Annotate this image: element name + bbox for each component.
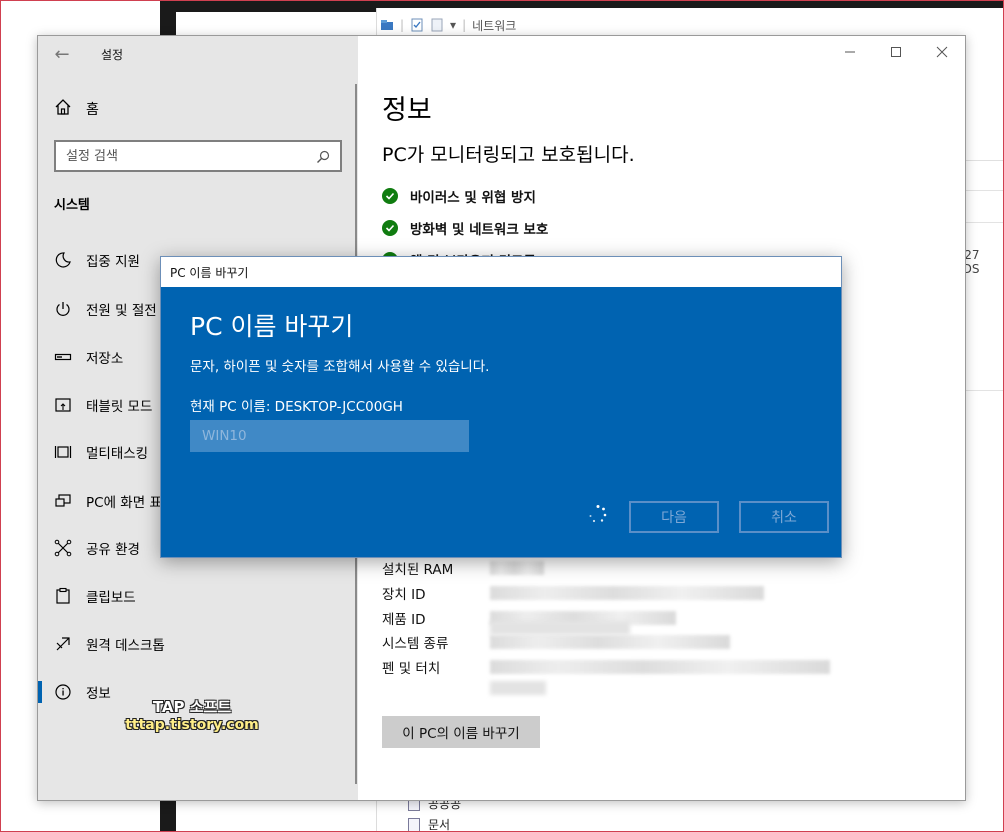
toolbar-divider: | — [462, 18, 467, 32]
rename-pc-dialog: PC 이름 바꾸기 PC 이름 바꾸기 문자, 하이픈 및 숫자를 조합해서 사… — [160, 256, 842, 558]
dialog-heading: PC 이름 바꾸기 — [190, 312, 354, 341]
moon-icon — [54, 251, 72, 269]
next-button[interactable]: 다음 — [629, 501, 719, 533]
power-icon — [54, 300, 72, 318]
redacted-value — [490, 561, 544, 575]
window-title: 설정 — [101, 48, 124, 62]
nav-item-label: 공유 환경 — [86, 542, 140, 558]
redacted-value — [490, 621, 630, 635]
search-input[interactable] — [66, 148, 316, 164]
protection-item: 방화벽 및 네트워크 보호 — [382, 218, 548, 238]
home-icon — [54, 98, 72, 120]
watermark-line: TAP 소프트 — [152, 698, 232, 716]
redacted-value — [490, 660, 830, 674]
explorer-row-divider — [966, 222, 1004, 223]
watermark: TAP 소프트 tttap.tistory.com — [112, 696, 272, 733]
tablet-icon — [54, 396, 72, 414]
back-arrow-icon[interactable]: ← — [52, 44, 72, 65]
protection-item-label[interactable]: 방화벽 및 네트워크 보호 — [410, 218, 548, 238]
explorer-quick-access-toolbar: | ▾ | 네트워크 — [380, 14, 516, 36]
remote-desktop-icon — [54, 635, 72, 653]
section-title: 시스템 — [54, 198, 90, 213]
explorer-breadcrumb: 네트워크 — [472, 18, 517, 33]
protection-item-label[interactable]: 바이러스 및 위협 방지 — [410, 186, 536, 206]
nav-item-label: 멀티태스킹 — [86, 446, 149, 462]
dialog-title: PC 이름 바꾸기 — [170, 265, 249, 280]
home-label: 홈 — [86, 102, 99, 118]
nav-item-label: 원격 데스크톱 — [86, 638, 165, 654]
share-icon — [54, 539, 72, 557]
multitasking-icon — [54, 443, 72, 461]
spec-label: 펜 및 터치 — [382, 661, 441, 677]
nav-item-label: 전원 및 절전 — [86, 303, 157, 319]
nav-item-storage[interactable]: 저장소 — [54, 345, 123, 369]
spec-label: 시스템 종류 — [382, 636, 449, 652]
dialog-titlebar: PC 이름 바꾸기 — [161, 257, 841, 287]
nav-item-clipboard[interactable]: 클립보드 — [54, 584, 136, 608]
nav-item-tablet-mode[interactable]: 태블릿 모드 — [54, 393, 152, 417]
nav-item-label: 클립보드 — [86, 590, 136, 606]
toolbar-divider: | — [400, 18, 405, 32]
rename-pc-button[interactable]: 이 PC의 이름 바꾸기 — [382, 716, 540, 748]
spec-label: 설치된 RAM — [382, 562, 454, 578]
protection-item: 바이러스 및 위협 방지 — [382, 186, 536, 206]
protection-status-title: PC가 모니터링되고 보호됩니다. — [382, 144, 635, 166]
info-icon — [54, 683, 72, 701]
nav-item-label: 저장소 — [86, 351, 124, 367]
home-link[interactable]: 홈 — [54, 98, 99, 120]
explorer-details-panel — [966, 160, 1004, 400]
storage-icon — [54, 348, 72, 366]
nav-item-label: 집중 지원 — [86, 254, 140, 270]
spec-row-pen-touch: 펜 및 터치 — [382, 657, 830, 677]
nav-item-label: 정보 — [86, 686, 111, 702]
projecting-icon — [54, 492, 72, 510]
check-circle-icon — [382, 188, 398, 204]
nav-item-focus-assist[interactable]: 집중 지원 — [54, 248, 140, 272]
nav-item-multitasking[interactable]: 멀티태스킹 — [54, 440, 148, 464]
check-circle-icon — [382, 220, 398, 236]
current-pc-name: 현재 PC 이름: DESKTOP-JCC00GH — [190, 399, 403, 415]
spec-row-device-id: 장치 ID — [382, 583, 764, 603]
nav-item-label: 태블릿 모드 — [86, 399, 153, 415]
explorer-row-divider — [966, 390, 1004, 391]
page-title: 정보 — [382, 95, 432, 126]
new-folder-icon[interactable] — [430, 18, 444, 32]
search-icon[interactable] — [316, 149, 330, 163]
new-pc-name-input[interactable] — [190, 420, 469, 452]
clipboard-icon — [54, 587, 72, 605]
chevron-down-icon[interactable]: ▾ — [450, 18, 456, 32]
loading-spinner-icon — [589, 505, 607, 523]
nav-item-about[interactable]: 정보 — [54, 680, 111, 704]
explorer-row-divider — [966, 190, 1004, 191]
nav-item-power-sleep[interactable]: 전원 및 절전 — [54, 297, 157, 321]
spec-row-system-type: 시스템 종류 — [382, 632, 730, 652]
dialog-description: 문자, 하이픈 및 숫자를 조합해서 사용할 수 있습니다. — [190, 359, 490, 375]
settings-search — [54, 140, 342, 172]
redacted-value — [490, 681, 546, 695]
redacted-value — [490, 635, 730, 649]
spec-label: 제품 ID — [382, 612, 426, 628]
explorer-item-label: 문서 — [428, 818, 451, 832]
explorer-list-item[interactable]: 문서 — [408, 816, 450, 832]
nav-item-shared-experiences[interactable]: 공유 환경 — [54, 536, 140, 560]
watermark-line: tttap.tistory.com — [125, 717, 259, 733]
spec-row-ram: 설치된 RAM — [382, 558, 544, 578]
cancel-button[interactable]: 취소 — [739, 501, 829, 533]
properties-icon[interactable] — [410, 18, 424, 32]
nav-item-remote-desktop[interactable]: 원격 데스크톱 — [54, 632, 165, 656]
explorer-folder-icon[interactable] — [380, 18, 394, 32]
spec-label: 장치 ID — [382, 587, 426, 603]
active-nav-indicator — [38, 681, 42, 703]
nav-item-projecting[interactable]: PC에 화면 표시 — [54, 489, 174, 513]
document-icon — [408, 817, 420, 832]
redacted-value — [490, 586, 764, 600]
